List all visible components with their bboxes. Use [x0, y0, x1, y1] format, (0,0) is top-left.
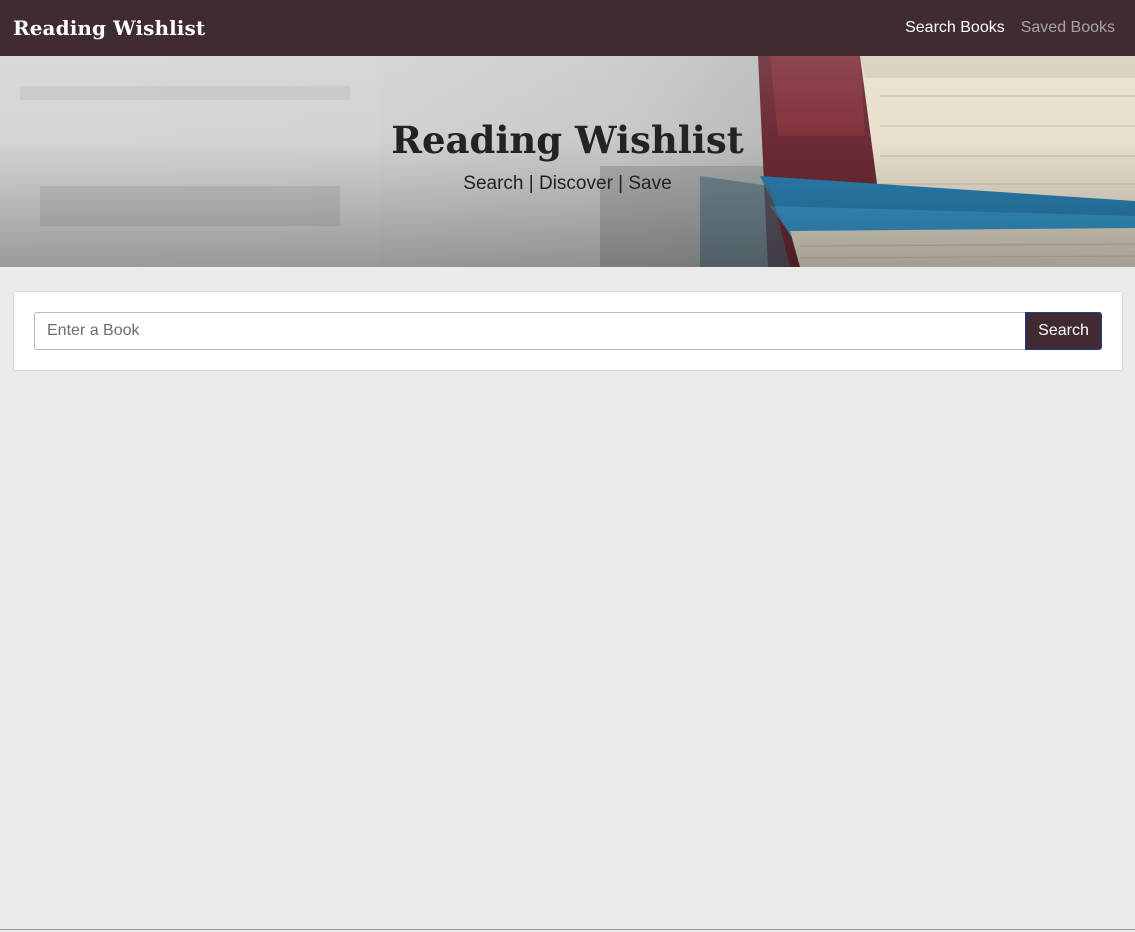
hero-banner: Reading Wishlist Search | Discover | Sav…	[0, 56, 1135, 267]
brand-link[interactable]: Reading Wishlist	[13, 16, 205, 40]
search-card: Search	[13, 291, 1123, 371]
search-button[interactable]: Search	[1025, 312, 1102, 350]
nav-links: Search Books Saved Books	[905, 19, 1115, 37]
nav-saved-books-link[interactable]: Saved Books	[1021, 19, 1115, 37]
hero-subtitle: Search | Discover | Save	[463, 173, 672, 194]
search-form: Search	[34, 312, 1102, 350]
hero-title: Reading Wishlist	[391, 118, 744, 162]
page-bottom-divider	[0, 929, 1135, 930]
book-search-input[interactable]	[34, 312, 1025, 350]
top-navbar: Reading Wishlist Search Books Saved Book…	[0, 0, 1135, 56]
nav-search-books-link[interactable]: Search Books	[905, 19, 1005, 37]
